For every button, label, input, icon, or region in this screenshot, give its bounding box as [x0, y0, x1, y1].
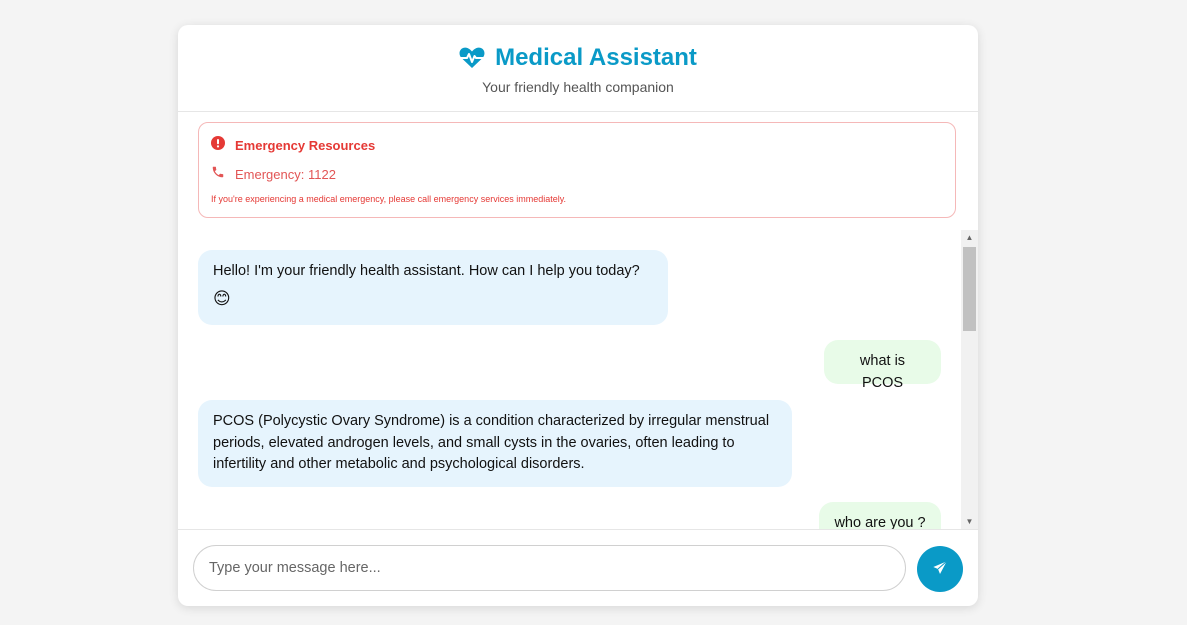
scroll-down-arrow-icon[interactable]: ▼ [961, 514, 978, 529]
send-button[interactable] [917, 546, 963, 592]
emergency-phone-row[interactable]: Emergency: 1122 [211, 165, 336, 184]
user-message: what is PCOS [824, 340, 941, 391]
emergency-resources-panel: Emergency Resources Emergency: 1122 If y… [198, 122, 956, 218]
heartbeat-icon [459, 47, 485, 69]
message-list[interactable]: Hello! I'm your friendly health assistan… [178, 230, 978, 529]
bot-message-text: PCOS (Polycystic Ovary Syndrome) is a co… [213, 413, 770, 472]
title-row: Medical Assistant [178, 42, 978, 74]
chat-window: Medical Assistant Your friendly health c… [178, 25, 978, 606]
page-title: Medical Assistant [495, 44, 697, 71]
emergency-note: If you're experiencing a medical emergen… [211, 194, 567, 204]
alert-icon [211, 136, 225, 155]
bot-message: Hello! I'm your friendly health assistan… [198, 250, 668, 325]
phone-icon [211, 165, 225, 184]
bot-message: PCOS (Polycystic Ovary Syndrome) is a co… [198, 400, 792, 487]
message-input[interactable] [193, 545, 906, 591]
emergency-phone[interactable]: Emergency: 1122 [235, 167, 336, 182]
scroll-up-arrow-icon[interactable]: ▲ [961, 230, 978, 245]
page-subtitle: Your friendly health companion [482, 79, 674, 95]
scrollbar-thumb[interactable] [963, 247, 976, 331]
smiley-emoji-icon: 😊 [213, 288, 231, 308]
user-message: who are you ? [819, 502, 941, 529]
composer [178, 529, 978, 606]
user-message-text: what is PCOS [859, 353, 906, 391]
message-scrollbar[interactable]: ▲ ▼ [961, 230, 978, 529]
emergency-title-row: Emergency Resources [211, 136, 375, 155]
chat-header: Medical Assistant Your friendly health c… [178, 25, 978, 112]
user-message-text: who are you ? [834, 515, 926, 529]
bot-message-text: Hello! I'm your friendly health assistan… [213, 263, 640, 279]
paper-plane-icon [932, 560, 948, 579]
emergency-title: Emergency Resources [235, 138, 376, 153]
